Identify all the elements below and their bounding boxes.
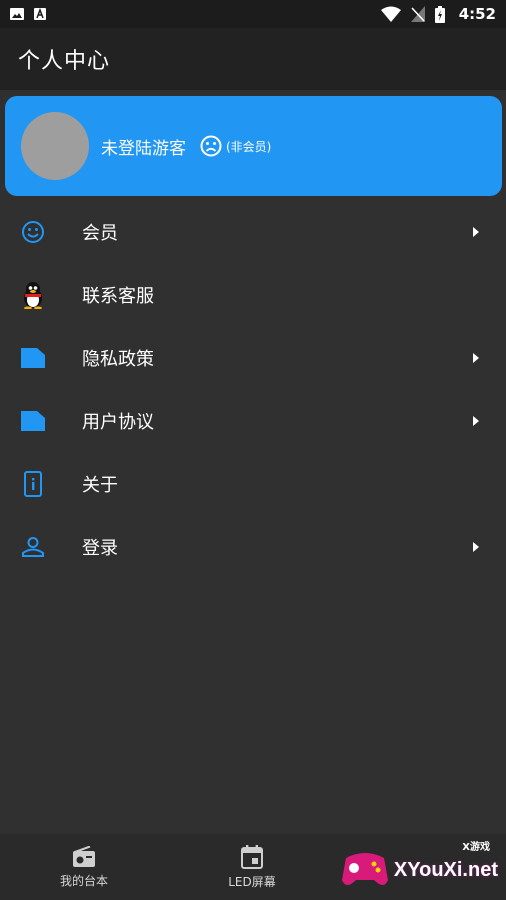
smile-icon [20,219,46,245]
app-bar: 个人中心 [0,28,506,90]
sad-face-icon [200,135,222,157]
username: 未登陆游客 [101,138,186,159]
chevron-right-icon [473,352,479,363]
wifi-icon [380,6,401,22]
menu-item-label: 隐私政策 [82,348,154,370]
info-phone-icon [20,470,46,497]
a-icon [34,8,46,20]
menu-item-label: 会员 [82,222,118,244]
status-time: 4:52 [458,5,496,23]
chevron-right-icon [473,541,479,552]
qq-penguin-icon [20,281,46,309]
avatar[interactable] [21,112,89,180]
nav-label: 我的台本 [59,873,108,888]
menu-item-privacy-policy[interactable]: 隐私政策 [0,326,506,389]
status-bar: 4:52 [0,0,506,28]
chevron-right-icon [473,226,479,237]
profile-card[interactable]: 未登陆游客 (非会员) [5,96,502,196]
menu-item-membership[interactable]: 会员 [0,200,506,263]
member-status: (非会员) [200,135,271,157]
page-title: 个人中心 [18,49,111,74]
document-icon [20,408,46,434]
menu-item-label: 关于 [82,474,118,496]
menu-item-user-agreement[interactable]: 用户协议 [0,389,506,452]
gamepad-logo-icon [341,853,388,885]
battery-icon [434,5,445,23]
document-icon [20,345,46,371]
watermark: X游戏 XYouXi.net [340,842,498,890]
nav-item-led-screen[interactable]: LED屏幕 [168,834,336,900]
member-status-text: (非会员) [226,139,272,154]
watermark-sub: X游戏 [462,842,490,853]
person-icon [20,534,46,560]
calendar-icon [241,844,263,869]
menu-list: 会员 联系客服 隐私政策 用户协议 关于 登录 [0,200,506,578]
menu-item-login[interactable]: 登录 [0,515,506,578]
menu-item-label: 用户协议 [82,411,154,433]
no-signal-icon [410,6,425,22]
menu-item-label: 联系客服 [82,285,154,307]
nav-item-my-scripts[interactable]: 我的台本 [0,834,168,900]
nav-label: LED屏幕 [228,874,276,889]
radio-icon [73,845,95,867]
menu-item-label: 登录 [82,537,118,559]
menu-item-customer-service[interactable]: 联系客服 [0,263,506,326]
menu-item-about[interactable]: 关于 [0,452,506,515]
image-icon [10,8,24,20]
chevron-right-icon [473,415,479,426]
watermark-text: XYouXi.net [393,858,498,881]
